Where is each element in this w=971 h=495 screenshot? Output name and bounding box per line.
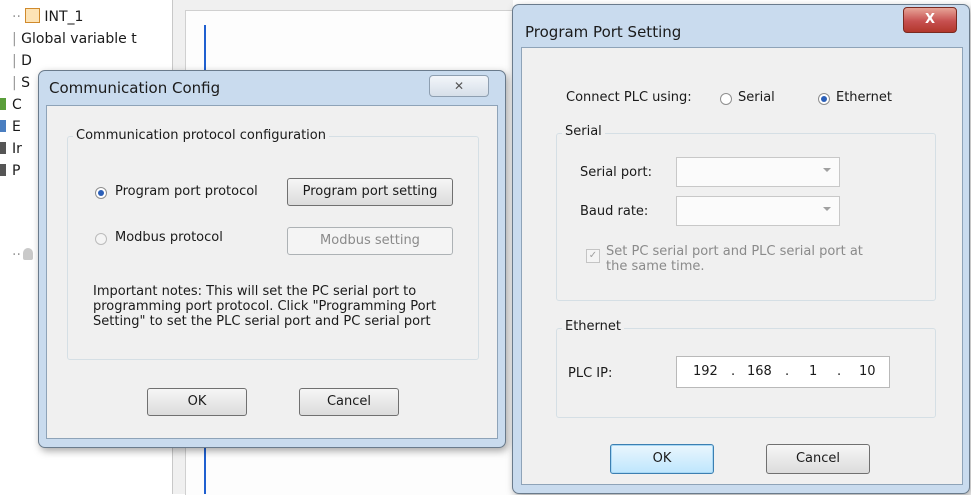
user-icon bbox=[22, 248, 33, 260]
item-icon bbox=[0, 98, 6, 110]
tree-item-label: S bbox=[21, 75, 31, 91]
tree-item-label: C bbox=[12, 97, 22, 113]
tree-connector: | bbox=[12, 53, 22, 69]
tree-item-int1[interactable]: ·· INT_1 bbox=[12, 6, 83, 28]
tree-item-s[interactable]: | S bbox=[12, 72, 30, 94]
important-notes-line3: Setting" to set the PLC serial port and … bbox=[93, 314, 431, 329]
ip-octet-3: 1 bbox=[809, 364, 818, 379]
tree-connector: | bbox=[12, 75, 22, 91]
tree-connector: ·· bbox=[12, 9, 21, 25]
sync-label-line2: the same time. bbox=[606, 259, 705, 274]
tree-item-ir[interactable]: Ir bbox=[0, 138, 22, 160]
item-icon bbox=[0, 142, 6, 154]
program-port-setting-dialog: Program Port Setting X Connect PLC using… bbox=[512, 4, 970, 494]
item-icon bbox=[0, 164, 6, 176]
ip-dot: . bbox=[731, 364, 736, 379]
close-button[interactable]: X bbox=[903, 7, 957, 33]
dialog-title: Program Port Setting bbox=[525, 23, 682, 41]
ip-dot: . bbox=[785, 364, 790, 379]
item-icon bbox=[0, 120, 6, 132]
modbus-setting-button[interactable]: Modbus setting bbox=[287, 227, 453, 255]
tree-item-label: P bbox=[12, 163, 21, 179]
cancel-button[interactable]: Cancel bbox=[299, 388, 399, 416]
tree-connector: | bbox=[12, 31, 22, 47]
serial-port-combo[interactable] bbox=[676, 157, 840, 187]
close-icon: X bbox=[924, 12, 936, 27]
tree-item-global-variable[interactable]: | Global variable t bbox=[12, 28, 137, 50]
chevron-down-icon bbox=[823, 207, 831, 211]
plc-ip-input[interactable]: 192 . 168 . 1 . 10 bbox=[676, 356, 890, 388]
ok-button[interactable]: OK bbox=[147, 388, 247, 416]
tree-item-label: D bbox=[21, 53, 32, 69]
table-icon bbox=[25, 8, 41, 23]
plc-ip-label: PLC IP: bbox=[568, 366, 613, 381]
tree-item-label: Global variable t bbox=[21, 31, 137, 47]
program-port-protocol-label: Program port protocol bbox=[115, 184, 258, 199]
modbus-protocol-radio[interactable] bbox=[95, 233, 107, 245]
ethernet-group-label: Ethernet bbox=[562, 319, 624, 334]
group-label: Communication protocol configuration bbox=[73, 128, 329, 143]
baud-rate-label: Baud rate: bbox=[580, 204, 649, 219]
important-notes-line1: Important notes: This will set the PC se… bbox=[93, 284, 417, 299]
dialog-body: Connect PLC using: Serial Ethernet Seria… bbox=[521, 47, 963, 485]
program-port-protocol-radio[interactable] bbox=[95, 187, 107, 199]
ok-button[interactable]: OK bbox=[610, 444, 714, 474]
ip-octet-4: 10 bbox=[859, 364, 876, 379]
tree-item-c[interactable]: C bbox=[0, 94, 22, 116]
ip-dot: . bbox=[837, 364, 842, 379]
editor-marker bbox=[204, 445, 206, 494]
chevron-down-icon bbox=[823, 168, 831, 172]
tree-item-p[interactable]: P bbox=[0, 160, 20, 182]
ethernet-option-label: Ethernet bbox=[836, 90, 892, 105]
dialog-title: Communication Config bbox=[49, 79, 221, 97]
communication-config-dialog: Communication Config ✕ Communication pro… bbox=[38, 70, 506, 448]
serial-option-label: Serial bbox=[738, 90, 775, 105]
close-button[interactable]: ✕ bbox=[429, 75, 489, 97]
tree-item-label: INT_1 bbox=[44, 9, 84, 25]
baud-rate-combo[interactable] bbox=[676, 196, 840, 226]
connect-plc-label: Connect PLC using: bbox=[566, 90, 692, 105]
tree-item-label: E bbox=[12, 119, 21, 135]
sync-checkbox[interactable]: ✓ bbox=[586, 249, 600, 263]
important-notes-line2: programming port protocol. Click "Progra… bbox=[93, 299, 437, 314]
tree-item-user-icon[interactable]: ·· bbox=[12, 244, 33, 266]
dialog-body: Communication protocol configuration Pro… bbox=[46, 105, 498, 439]
serial-radio[interactable] bbox=[720, 93, 732, 105]
serial-port-label: Serial port: bbox=[580, 165, 652, 180]
ip-octet-1: 192 bbox=[693, 364, 718, 379]
program-port-setting-button[interactable]: Program port setting bbox=[287, 178, 453, 206]
serial-group-label: Serial bbox=[562, 124, 605, 139]
close-icon: ✕ bbox=[453, 79, 465, 93]
cancel-button[interactable]: Cancel bbox=[766, 444, 870, 474]
tree-item-d[interactable]: | D bbox=[12, 50, 32, 72]
tree-item-e[interactable]: E bbox=[0, 116, 21, 138]
modbus-protocol-label: Modbus protocol bbox=[115, 230, 223, 245]
sync-label-line1: Set PC serial port and PLC serial port a… bbox=[606, 244, 863, 259]
ip-octet-2: 168 bbox=[747, 364, 772, 379]
ethernet-radio[interactable] bbox=[818, 93, 830, 105]
check-icon: ✓ bbox=[588, 250, 598, 261]
tree-item-label: Ir bbox=[12, 141, 22, 157]
